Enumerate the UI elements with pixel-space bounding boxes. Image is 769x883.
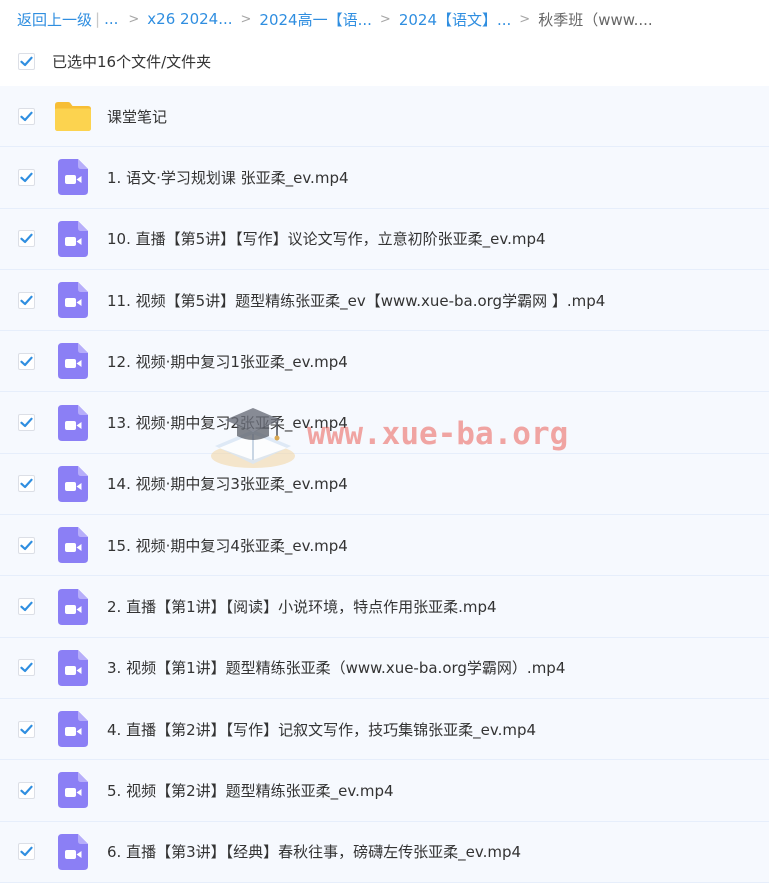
checkmark-icon xyxy=(20,233,33,244)
file-type-icon xyxy=(54,588,92,626)
checkmark-icon xyxy=(20,540,33,550)
file-row[interactable]: 15. 视频·期中复习4张亚柔_ev.mp4 xyxy=(0,515,769,577)
breadcrumb-item-1[interactable]: x26 2024... xyxy=(147,10,232,28)
breadcrumb-ellipsis[interactable]: ... xyxy=(104,10,118,28)
video-icon xyxy=(58,772,88,809)
file-row[interactable]: 10. 直播【第5讲】【写作】议论文写作，立意初阶张亚柔_ev.mp4 xyxy=(0,208,769,270)
video-icon xyxy=(58,159,88,196)
video-icon xyxy=(58,220,88,257)
file-row[interactable]: 3. 视频【第1讲】题型精练张亚柔（www.xue-ba.org学霸网）.mp4 xyxy=(0,637,769,699)
checkmark-icon xyxy=(20,601,33,612)
video-icon xyxy=(58,465,88,502)
video-icon xyxy=(58,588,88,625)
chevron-right-icon: > xyxy=(519,11,531,27)
file-list: 课堂笔记 1. 语文·学习规划课 张亚柔_ev.mp4 10. 直播【第5讲】【写作… xyxy=(0,86,769,883)
file-row[interactable]: 4. 直播【第2讲】【写作】记叙文写作，技巧集锦张亚柔_ev.mp4 xyxy=(0,698,769,761)
file-name[interactable]: 4. 直播【第2讲】【写作】记叙文写作，技巧集锦张亚柔_ev.mp4 xyxy=(107,719,536,740)
checkmark-icon xyxy=(20,785,33,796)
checkmark-icon xyxy=(20,479,33,489)
file-row[interactable]: 13. 视频·期中复习2张亚柔_ev.mp4 xyxy=(0,392,769,454)
row-checkbox[interactable] xyxy=(18,168,35,186)
checkmark-icon xyxy=(20,56,33,66)
video-icon xyxy=(58,282,88,319)
back-link[interactable]: 返回上一级 xyxy=(17,9,92,30)
checkmark-icon xyxy=(20,111,33,121)
video-icon xyxy=(58,649,88,686)
select-all-checkbox[interactable] xyxy=(18,52,35,70)
chevron-right-icon: > xyxy=(379,11,391,27)
video-icon xyxy=(58,711,88,748)
row-checkbox[interactable] xyxy=(18,414,35,432)
row-checkbox[interactable] xyxy=(18,536,35,554)
file-type-icon xyxy=(54,158,92,196)
file-name[interactable]: 课堂笔记 xyxy=(107,106,167,127)
file-type-icon xyxy=(54,342,92,380)
file-name[interactable]: 1. 语文·学习规划课 张亚柔_ev.mp4 xyxy=(107,167,349,188)
file-row[interactable]: 2. 直播【第1讲】【阅读】小说环境，特点作用张亚柔.mp4 xyxy=(0,576,769,638)
file-type-icon xyxy=(54,526,92,564)
file-name[interactable]: 11. 视频【第5讲】题型精练张亚柔_ev【www.xue-ba.org学霸网 … xyxy=(107,290,605,311)
row-checkbox[interactable] xyxy=(18,659,35,677)
checkmark-icon xyxy=(20,663,33,673)
checkmark-icon xyxy=(20,724,33,734)
breadcrumb: 返回上一级 | ... > x26 2024... > 2024高一【语... … xyxy=(0,0,769,38)
row-checkbox[interactable] xyxy=(18,598,35,616)
file-row[interactable]: 14. 视频·期中复习3张亚柔_ev.mp4 xyxy=(0,453,769,516)
file-type-icon xyxy=(54,465,92,503)
file-type-icon xyxy=(54,220,92,258)
video-icon xyxy=(58,343,88,380)
breadcrumb-item-3[interactable]: 2024【语文】... xyxy=(399,9,511,30)
selection-bar: 已选中16个文件/文件夹 xyxy=(0,41,769,81)
file-type-icon xyxy=(54,97,92,135)
file-type-icon xyxy=(54,404,92,442)
file-row[interactable]: 11. 视频【第5讲】题型精练张亚柔_ev【www.xue-ba.org学霸网 … xyxy=(0,269,769,332)
file-row[interactable]: 5. 视频【第2讲】题型精练张亚柔_ev.mp4 xyxy=(0,760,769,822)
file-row[interactable]: 6. 直播【第3讲】【经典】春秋往事，磅礴左传张亚柔_ev.mp4 xyxy=(0,821,769,883)
row-checkbox[interactable] xyxy=(18,230,35,248)
file-name[interactable]: 15. 视频·期中复习4张亚柔_ev.mp4 xyxy=(107,535,348,556)
file-name[interactable]: 10. 直播【第5讲】【写作】议论文写作，立意初阶张亚柔_ev.mp4 xyxy=(107,228,546,249)
breadcrumb-current: 秋季班（www.... xyxy=(538,10,653,29)
folder-row[interactable]: 课堂笔记 xyxy=(0,86,769,148)
selection-count-label: 已选中16个文件/文件夹 xyxy=(52,52,212,71)
row-checkbox[interactable] xyxy=(18,475,35,493)
checkmark-icon xyxy=(20,172,33,183)
row-checkbox[interactable] xyxy=(18,720,35,738)
row-checkbox[interactable] xyxy=(18,107,35,125)
checkmark-icon xyxy=(20,356,33,366)
file-name[interactable]: 14. 视频·期中复习3张亚柔_ev.mp4 xyxy=(107,473,348,494)
file-name[interactable]: 5. 视频【第2讲】题型精练张亚柔_ev.mp4 xyxy=(107,780,394,801)
folder-icon xyxy=(55,102,91,132)
file-type-icon xyxy=(54,649,92,687)
row-checkbox[interactable] xyxy=(18,781,35,799)
file-row[interactable]: 12. 视频·期中复习1张亚柔_ev.mp4 xyxy=(0,331,769,393)
file-type-icon xyxy=(54,833,92,871)
chevron-right-icon: > xyxy=(128,11,140,27)
checkmark-icon xyxy=(20,846,33,857)
breadcrumb-divider: | xyxy=(95,10,101,28)
checkmark-icon xyxy=(20,417,33,428)
video-icon xyxy=(58,833,88,870)
checkmark-icon xyxy=(20,295,33,305)
video-icon xyxy=(58,527,88,564)
file-type-icon xyxy=(54,771,92,809)
breadcrumb-item-2[interactable]: 2024高一【语... xyxy=(259,9,371,30)
file-name[interactable]: 3. 视频【第1讲】题型精练张亚柔（www.xue-ba.org学霸网）.mp4 xyxy=(107,657,565,678)
file-type-icon xyxy=(54,710,92,748)
file-name[interactable]: 13. 视频·期中复习2张亚柔_ev.mp4 xyxy=(107,412,348,433)
file-name[interactable]: 2. 直播【第1讲】【阅读】小说环境，特点作用张亚柔.mp4 xyxy=(107,596,497,617)
video-icon xyxy=(58,404,88,441)
chevron-right-icon: > xyxy=(240,11,252,27)
file-row[interactable]: 1. 语文·学习规划课 张亚柔_ev.mp4 xyxy=(0,147,769,209)
row-checkbox[interactable] xyxy=(18,352,35,370)
row-checkbox[interactable] xyxy=(18,291,35,309)
file-name[interactable]: 6. 直播【第3讲】【经典】春秋往事，磅礴左传张亚柔_ev.mp4 xyxy=(107,841,521,862)
row-checkbox[interactable] xyxy=(18,843,35,861)
file-name[interactable]: 12. 视频·期中复习1张亚柔_ev.mp4 xyxy=(107,351,348,372)
file-type-icon xyxy=(54,281,92,319)
